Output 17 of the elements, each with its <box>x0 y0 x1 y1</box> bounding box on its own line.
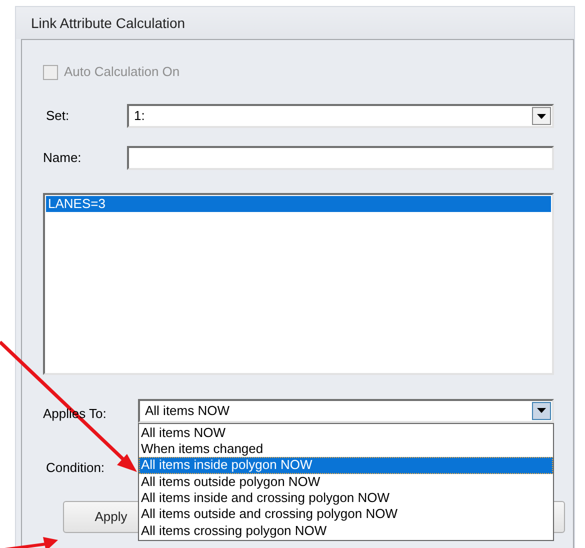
field-label: Set: <box>45 107 70 126</box>
caret-icon <box>537 114 546 118</box>
set-dropdown[interactable]: 1: <box>127 104 554 128</box>
caret-icon <box>537 408 546 414</box>
field-label: Name: <box>43 149 82 168</box>
field-label: Condition: <box>45 458 105 476</box>
dropdown-option[interactable]: All items NOW <box>139 424 553 442</box>
dropdown-button[interactable] <box>532 107 551 125</box>
name-field[interactable] <box>127 146 554 170</box>
dropdown-value: 1: <box>134 107 146 126</box>
dropdown-value: All items NOW <box>145 402 230 420</box>
checkbox-label: Auto Calculation On <box>64 63 180 82</box>
dropdown-button[interactable] <box>532 402 551 420</box>
dropdown-option[interactable]: All items outside polygon NOW <box>139 474 553 490</box>
dropdown-option[interactable]: All items inside polygon NOW <box>139 457 553 474</box>
dropdown-option[interactable]: When items changed <box>139 441 553 458</box>
list-item[interactable]: LANES=3 <box>46 196 551 212</box>
